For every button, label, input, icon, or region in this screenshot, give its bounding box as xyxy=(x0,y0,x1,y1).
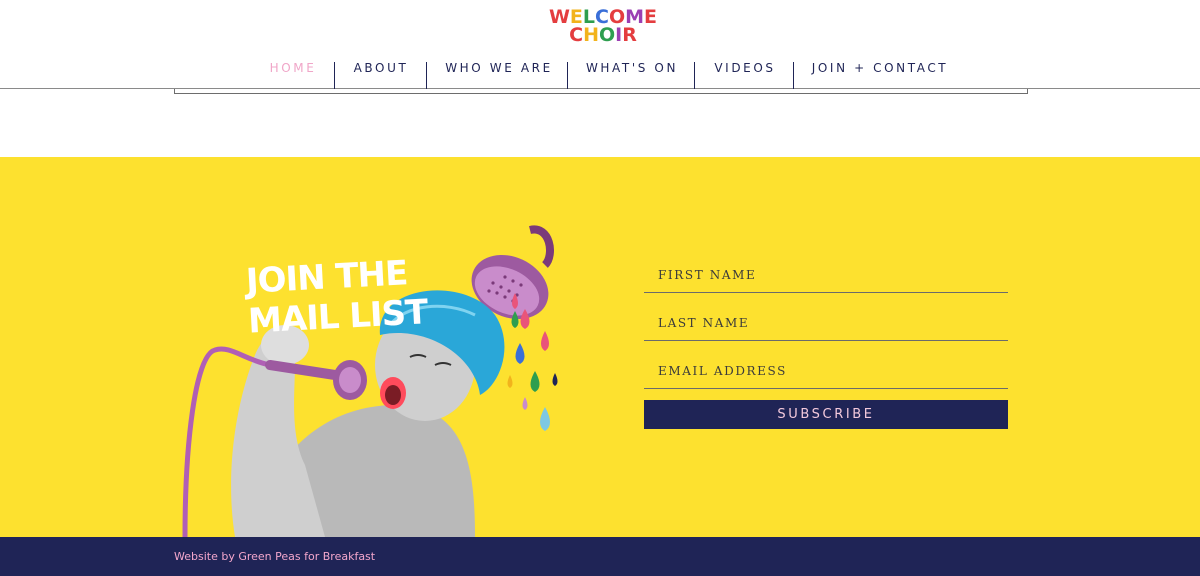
logo-letter: R xyxy=(622,24,637,46)
logo-letter: I xyxy=(615,24,623,46)
subscribe-form: SUBSCRIBE xyxy=(644,255,1008,429)
welcome-choir-logo[interactable]: WELCOME CHOIR xyxy=(547,6,659,46)
site-header: WELCOME CHOIR HOME ABOUT WHO WE ARE WHAT… xyxy=(0,0,1200,89)
last-name-input[interactable] xyxy=(644,303,1008,340)
nav-item-home[interactable]: HOME xyxy=(262,56,324,89)
nav-item-who-we-are[interactable]: WHO WE ARE xyxy=(440,56,558,89)
nav-divider xyxy=(426,62,427,89)
subscribe-button[interactable]: SUBSCRIBE xyxy=(644,400,1008,429)
main-nav: HOME ABOUT WHO WE ARE WHAT'S ON VIDEOS J… xyxy=(0,56,1200,89)
logo-line-2: CHOIR xyxy=(547,24,659,46)
logo-letter: H xyxy=(583,24,599,46)
site-footer: Website by Green Peas for Breakfast xyxy=(0,537,1200,576)
nav-item-videos[interactable]: VIDEOS xyxy=(706,56,784,89)
nav-divider xyxy=(334,62,335,89)
join-mail-list-title: JOIN THE MAIL LIST xyxy=(245,252,428,341)
nav-item-whats-on[interactable]: WHAT'S ON xyxy=(580,56,684,89)
email-field-wrapper xyxy=(644,351,1008,389)
nav-divider xyxy=(567,62,568,89)
nav-divider xyxy=(793,62,794,89)
email-input[interactable] xyxy=(644,351,1008,388)
logo-letter: W xyxy=(548,6,570,28)
mail-list-section: JOIN THE MAIL LIST SUBSCRIBE xyxy=(0,157,1200,537)
nav-item-join-contact[interactable]: JOIN + CONTACT xyxy=(806,56,954,89)
logo-letter: O xyxy=(598,24,616,46)
nav-divider xyxy=(694,62,695,89)
hero-illustration: JOIN THE MAIL LIST xyxy=(175,225,575,537)
credit-link[interactable]: Website by Green Peas for Breakfast xyxy=(174,550,375,563)
logo-letter: E xyxy=(644,6,658,28)
first-name-input[interactable] xyxy=(644,255,1008,292)
first-name-field-wrapper xyxy=(644,255,1008,293)
logo-letter: C xyxy=(569,24,584,46)
nav-item-about[interactable]: ABOUT xyxy=(345,56,417,89)
last-name-field-wrapper xyxy=(644,303,1008,341)
